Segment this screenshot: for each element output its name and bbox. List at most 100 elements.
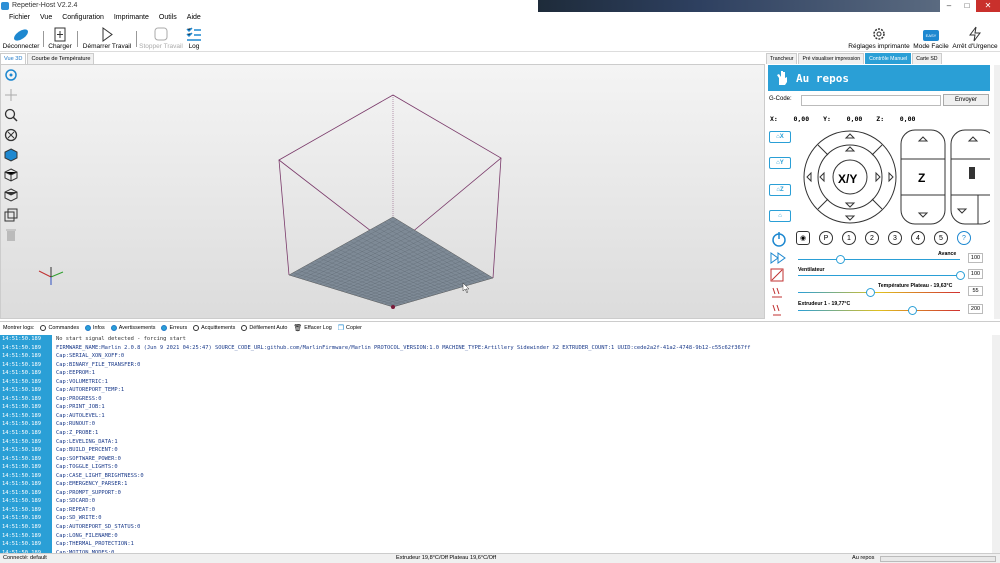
bed-temp-value[interactable]: 55 [968, 286, 983, 296]
extruder-temp-knob[interactable] [908, 306, 917, 315]
toggle-errors[interactable]: Erreurs [161, 325, 187, 331]
extruder-heat-icon[interactable] [770, 303, 784, 317]
close-icon[interactable]: ✕ [976, 0, 1000, 12]
park-button[interactable]: P [819, 231, 833, 245]
connection-status: Connecté: default [3, 555, 47, 561]
disconnect-button[interactable]: Déconnecter [2, 23, 40, 52]
right-panel-scrollbar[interactable] [994, 65, 1000, 319]
extruder-temp-value[interactable]: 200 [968, 304, 983, 314]
log-timestamp: 14:51:50.189 [0, 454, 52, 464]
maximize-icon[interactable]: □ [958, 0, 976, 12]
tab-sd-card[interactable]: Carte SD [912, 53, 942, 64]
home-x-button[interactable]: ⌂ X [769, 131, 791, 143]
preset-3-button[interactable]: 3 [888, 231, 902, 245]
menu-bar: Fichier Vue Configuration Imprimante Out… [0, 12, 1000, 23]
preset-1-button[interactable]: 1 [842, 231, 856, 245]
menu-configuration[interactable]: Configuration [57, 12, 109, 23]
log-timestamp: 14:51:50.189 [0, 411, 52, 421]
preset-4-button[interactable]: 4 [911, 231, 925, 245]
minimize-icon[interactable]: – [940, 0, 958, 12]
toggle-infos[interactable]: Infos [85, 325, 105, 331]
heated-bed-icon[interactable] [770, 285, 784, 299]
menu-tools[interactable]: Outils [154, 12, 182, 23]
toggle-commands[interactable]: Commandes [40, 325, 79, 331]
3d-viewport[interactable] [0, 64, 765, 319]
log-timestamp: 14:51:50.189 [0, 343, 52, 353]
toggle-acks[interactable]: Acquittements [193, 325, 235, 331]
tab-manual-control[interactable]: Contrôle Manuel [865, 53, 912, 64]
clear-log-button[interactable]: 🗑 Effacer Log [293, 324, 331, 332]
bed-temp-track[interactable] [798, 292, 960, 293]
home-z-button[interactable]: ⌂ Z [769, 184, 791, 196]
tab-slicer[interactable]: Trancheur [766, 53, 798, 64]
fan-track[interactable] [798, 275, 960, 276]
temperature-status: Extrudeur 19,8°C/Off Plateau 19,6°C/Off [396, 555, 497, 561]
log-timestamp: 14:51:50.189 [0, 523, 52, 532]
iso-view-icon[interactable] [3, 146, 19, 164]
home-y-button[interactable]: ⌂ Y [769, 157, 791, 169]
tab-3d-view[interactable]: Vue 3D [0, 53, 27, 64]
log-row: 14:51:50.189 No start signal detected - f… [0, 335, 992, 344]
gcode-input[interactable] [801, 95, 941, 106]
feedrate-value[interactable]: 100 [968, 253, 983, 263]
view-tools [3, 66, 21, 246]
extruder-jog-pad[interactable] [950, 129, 990, 225]
menu-view[interactable]: Vue [35, 12, 57, 23]
easy-mode-button[interactable]: EASY Mode Facile [912, 23, 950, 52]
printer-settings-button[interactable]: Réglages imprimante [848, 23, 910, 52]
menu-file[interactable]: Fichier [4, 12, 35, 23]
log-row: 14:51:50.189 Cap:CASE_LIGHT_BRIGHTNESS:0 [0, 471, 992, 481]
move-view-icon[interactable] [3, 86, 19, 104]
stop-job-button[interactable]: Stopper Travail [139, 23, 183, 52]
extruder-temp-track[interactable] [798, 310, 960, 311]
load-file-icon [54, 27, 66, 42]
start-job-button[interactable]: Démarrer Travail [80, 23, 134, 52]
parallel-view-icon[interactable] [3, 206, 19, 224]
trash-icon[interactable] [3, 226, 19, 244]
rotate-view-icon[interactable] [3, 66, 19, 84]
preset-2-button[interactable]: 2 [865, 231, 879, 245]
help-button[interactable]: ? [957, 231, 971, 245]
emergency-stop-button[interactable]: Arrêt d'Urgence [951, 23, 999, 52]
feedrate-track[interactable] [798, 259, 960, 260]
log-message: Cap:TOGGLE_LIGHTS:0 [56, 464, 118, 471]
front-view-icon[interactable] [3, 166, 19, 184]
log-message: Cap:BINARY_FILE_TRANSFER:0 [56, 361, 141, 368]
tab-temperature-curve[interactable]: Courbe de Température [27, 53, 95, 64]
emergency-label: Arrêt d'Urgence [952, 43, 998, 50]
reset-icon[interactable]: ◉ [796, 231, 810, 245]
home-all-button[interactable]: ⌂ [769, 210, 791, 222]
fan-off-icon[interactable] [770, 268, 784, 282]
tab-print-preview[interactable]: Pré visualiser impression [798, 53, 865, 64]
log-scrollbar[interactable] [992, 335, 1000, 553]
log-row: 14:51:50.189 Cap:EEPROM:1 [0, 369, 992, 378]
zoom-icon[interactable] [3, 106, 19, 124]
log-message: Cap:RUNOUT:0 [56, 421, 95, 428]
preset-5-button[interactable]: 5 [934, 231, 948, 245]
send-button[interactable]: Envoyer [943, 94, 989, 106]
menu-printer[interactable]: Imprimante [109, 12, 154, 23]
menu-help[interactable]: Aide [182, 12, 206, 23]
toggle-autoscroll[interactable]: Défilement Auto [241, 325, 287, 331]
feedrate-label: Avance [938, 251, 957, 257]
top-view-icon[interactable] [3, 186, 19, 204]
load-button[interactable]: Charger [47, 23, 73, 52]
log-row: 14:51:50.189 Cap:PROGRESS:0 [0, 394, 992, 404]
copy-log-button[interactable]: ❐ Copier [338, 324, 362, 332]
power-icon[interactable] [771, 231, 787, 247]
fan-value[interactable]: 100 [968, 269, 983, 279]
fit-view-icon[interactable] [3, 126, 19, 144]
log-timestamp: 14:51:50.189 [0, 403, 52, 412]
feedrate-knob[interactable] [836, 255, 845, 264]
log-message: No start signal detected - forcing start [56, 336, 186, 342]
log-message: Cap:EEPROM:1 [56, 370, 95, 377]
z-pad-label: Z [918, 171, 926, 185]
toggle-warnings[interactable]: Avertissements [110, 325, 155, 331]
bed-temp-knob[interactable] [866, 288, 875, 297]
fan-knob[interactable] [956, 271, 965, 280]
log-timestamp: 14:51:50.189 [0, 429, 52, 438]
log-button[interactable]: Log [184, 23, 204, 52]
fast-forward-icon [770, 252, 786, 264]
log-timestamp: 14:51:50.189 [0, 394, 52, 404]
log-row: 14:51:50.189 Cap:AUTOREPORT_TEMP:1 [0, 386, 992, 395]
